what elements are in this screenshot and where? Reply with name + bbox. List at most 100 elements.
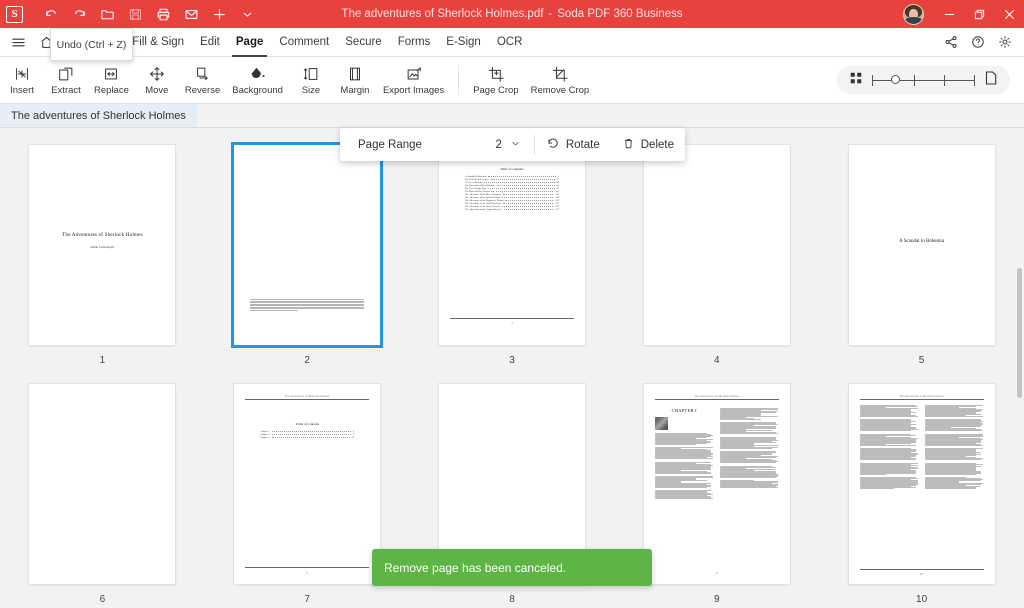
- reverse-label: Reverse: [184, 85, 221, 96]
- chevron-down-icon: [510, 136, 521, 154]
- page-range-dropdown[interactable]: 2: [495, 136, 520, 154]
- thumbnail-cell-3[interactable]: Table of contents A Scandal in Bohemia 5 T…: [410, 145, 615, 366]
- menu-item-esign[interactable]: E-Sign: [438, 28, 489, 57]
- menu-item-edit[interactable]: Edit: [192, 28, 228, 57]
- page-thumbnail-4[interactable]: [643, 145, 790, 345]
- print-icon[interactable]: [149, 0, 177, 28]
- rotate-button[interactable]: Rotate: [535, 128, 611, 161]
- share-icon[interactable]: [937, 29, 964, 56]
- page10-header-rule: [859, 399, 984, 400]
- grid-view-icon[interactable]: [849, 71, 863, 90]
- page-crop-icon: [487, 64, 505, 83]
- reverse-pages-icon: [194, 64, 212, 83]
- page-thumbnail-7[interactable]: The Adventures of Sherlock Holmes Table …: [234, 384, 381, 584]
- page-crop-button[interactable]: Page Crop: [467, 57, 524, 104]
- page3-toc-heading: Table of contents: [500, 167, 524, 171]
- vertical-scrollbar[interactable]: [1015, 262, 1024, 608]
- thumbnail-cell-6[interactable]: 6: [0, 384, 205, 605]
- page-thumbnail-10[interactable]: The Adventures of Sherlock Holmes 10: [848, 384, 995, 584]
- size-label: Size: [301, 85, 321, 96]
- page-range-value: 2: [495, 138, 502, 151]
- move-button[interactable]: Move: [135, 57, 179, 104]
- page-thumbnail-5[interactable]: A Scandal in Bohemia: [848, 145, 995, 345]
- rotate-label: Rotate: [565, 138, 600, 151]
- chevron-down-icon[interactable]: [233, 0, 261, 28]
- reverse-button[interactable]: Reverse: [179, 57, 226, 104]
- toc-entry-leader: [502, 194, 554, 195]
- menu-item-secure[interactable]: Secure: [337, 28, 389, 57]
- title-bar: S The adventures of Sherlock Holmes.pdf …: [0, 0, 1024, 28]
- thumbnail-cell-10[interactable]: The Adventures of Sherlock Holmes 10 10: [819, 384, 1024, 605]
- zoom-slider[interactable]: [872, 73, 975, 87]
- page9-running-header: The Adventures of Sherlock Holmes: [694, 395, 740, 398]
- page-thumbnail-2[interactable]: [231, 142, 384, 348]
- toc-entry-leader: [487, 188, 555, 189]
- menu-item-fill-and-sign[interactable]: Fill & Sign: [124, 28, 192, 57]
- toc-entry-leader: [502, 197, 554, 198]
- scrollbar-thumb[interactable]: [1017, 268, 1022, 398]
- undo-tooltip: Undo (Ctrl + Z): [50, 28, 133, 61]
- thumbnail-cell-4[interactable]: 4: [614, 145, 819, 366]
- page-thumbnail-grid[interactable]: The Adventures of Sherlock Holmes Arthur…: [0, 131, 1024, 608]
- thumbnail-cell-5[interactable]: A Scandal in Bohemia 5: [819, 145, 1024, 366]
- menu-item-forms[interactable]: Forms: [390, 28, 439, 57]
- replace-button[interactable]: Replace: [88, 57, 135, 104]
- window-controls: [903, 0, 1024, 28]
- menu-item-ocr[interactable]: OCR: [489, 28, 531, 57]
- insert-button[interactable]: Insert: [0, 57, 44, 104]
- zoom-tick-1: [872, 74, 873, 86]
- undo-icon[interactable]: [37, 0, 65, 28]
- open-folder-icon[interactable]: [93, 0, 121, 28]
- page-range-toolbar: Page Range 2 Rotate Delete: [340, 128, 685, 161]
- remove-crop-button[interactable]: Remove Crop: [525, 57, 596, 104]
- menu-item-page[interactable]: Page: [228, 28, 272, 57]
- remove-crop-label: Remove Crop: [530, 85, 590, 96]
- extract-button[interactable]: Extract: [44, 57, 88, 104]
- page2-legal-text: [250, 298, 365, 313]
- export-images-button[interactable]: Export Images: [377, 57, 450, 104]
- page10-footer-rule: [859, 569, 984, 570]
- delete-button[interactable]: Delete: [611, 128, 685, 161]
- insert-label: Insert: [10, 85, 34, 96]
- toc-entry-leader: [484, 182, 555, 183]
- document-tab[interactable]: The adventures of Sherlock Holmes: [0, 104, 197, 127]
- thumbnail-cell-2[interactable]: 2: [205, 142, 410, 366]
- page7-footer-number: 4: [306, 572, 308, 575]
- hamburger-menu-icon[interactable]: [4, 28, 32, 56]
- zoom-slider-handle[interactable]: [891, 75, 900, 84]
- restore-button[interactable]: [964, 0, 994, 28]
- page-thumbnail-3[interactable]: Table of contents A Scandal in Bohemia 5 T…: [438, 145, 585, 345]
- soda-pdf-logo: S: [6, 5, 23, 23]
- page-number-5: 5: [918, 355, 925, 366]
- user-avatar[interactable]: [903, 3, 924, 25]
- page10-column-right: [924, 405, 984, 566]
- toc-entry-leader: [505, 200, 554, 201]
- page9-body-columns: CHAPTER I: [654, 408, 779, 566]
- single-page-icon[interactable]: [984, 70, 998, 91]
- page-thumbnail-1[interactable]: The Adventures of Sherlock Holmes Arthur…: [29, 145, 176, 345]
- help-icon[interactable]: [964, 29, 991, 56]
- close-button[interactable]: [994, 0, 1024, 28]
- background-button[interactable]: Background: [226, 57, 289, 104]
- email-icon[interactable]: [177, 0, 205, 28]
- settings-gear-icon[interactable]: [991, 29, 1018, 56]
- extract-page-icon: [57, 64, 75, 83]
- margin-button[interactable]: Margin: [333, 57, 377, 104]
- application-name-text: Soda PDF 360 Business: [557, 8, 683, 20]
- page-number-10: 10: [916, 594, 928, 605]
- toc-entry-title: Chapter 3: [260, 436, 270, 439]
- redo-icon[interactable]: [65, 0, 93, 28]
- page10-body-columns: [859, 405, 984, 566]
- toc-entry-leader: [503, 203, 554, 204]
- page-thumbnail-9[interactable]: The Adventures of Sherlock Holmes CHAPTE…: [643, 384, 790, 584]
- page-number-2: 2: [304, 355, 310, 366]
- page-number-3: 3: [509, 355, 515, 366]
- save-icon[interactable]: [121, 0, 149, 28]
- page-thumbnail-6[interactable]: [29, 384, 176, 584]
- thumbnail-cell-1[interactable]: The Adventures of Sherlock Holmes Arthur…: [0, 145, 205, 366]
- thumbnail-row-1: The Adventures of Sherlock Holmes Arthur…: [0, 142, 1024, 366]
- menu-item-comment[interactable]: Comment: [271, 28, 337, 57]
- size-button[interactable]: Size: [289, 57, 333, 104]
- plus-icon[interactable]: [205, 0, 233, 28]
- minimize-button[interactable]: [934, 0, 964, 28]
